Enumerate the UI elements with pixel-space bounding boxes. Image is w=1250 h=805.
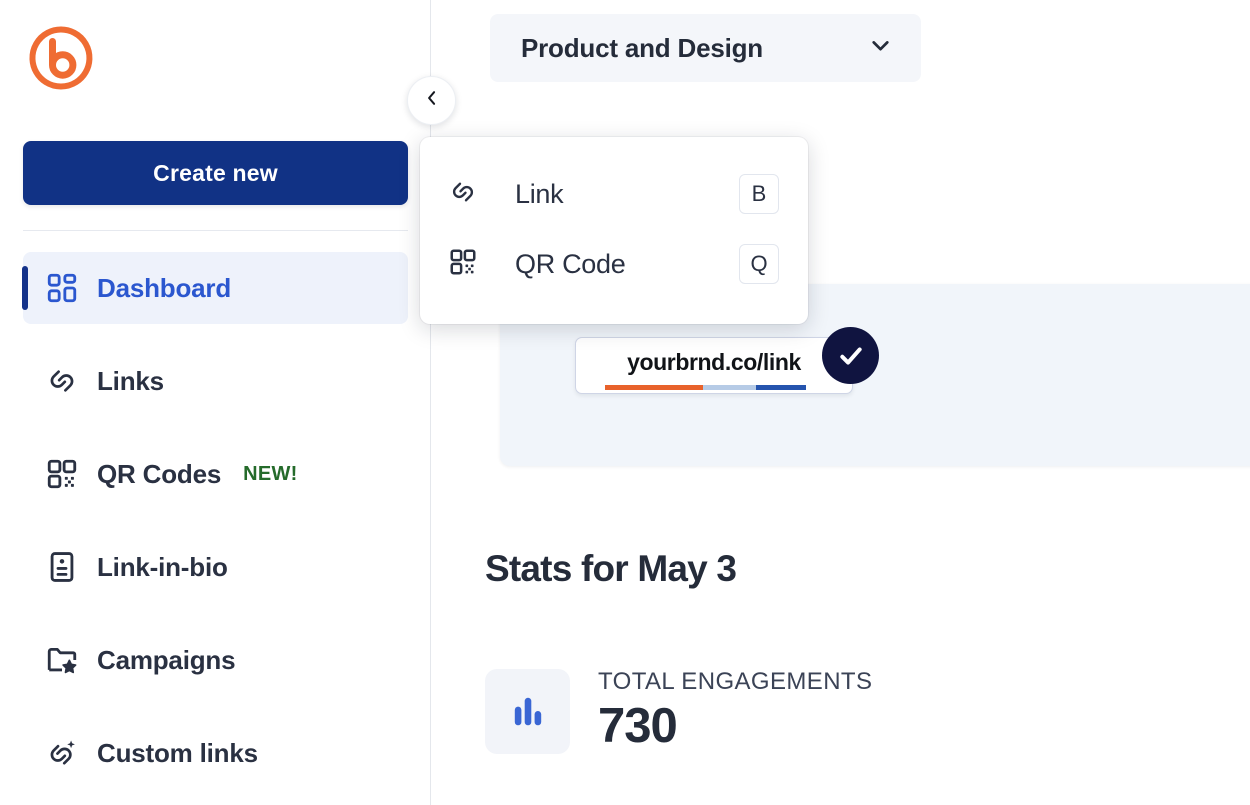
sidebar-item-label: Links	[97, 366, 164, 397]
qr-code-icon	[448, 247, 478, 282]
stat-total-engagements: TOTAL ENGAGEMENTS 730	[485, 668, 872, 754]
main-content: Product and Design ctions Platform yourb…	[431, 0, 1250, 805]
bar-chart-icon	[485, 669, 570, 754]
stats-title: Stats for May 3	[485, 548, 736, 590]
qr-code-icon	[45, 457, 79, 491]
sidebar-item-links[interactable]: Links	[23, 345, 408, 417]
shortcut-key: Q	[739, 244, 779, 284]
sidebar-item-label: Dashboard	[97, 273, 231, 304]
menu-item-qr-code[interactable]: QR Code Q	[420, 229, 808, 299]
chevron-left-icon	[422, 88, 442, 113]
sidebar-item-label: QR Codes	[97, 459, 221, 490]
team-selector[interactable]: Product and Design	[490, 14, 921, 82]
sidebar-divider	[23, 230, 408, 231]
custom-links-icon	[45, 736, 79, 770]
stat-value: 730	[598, 698, 872, 754]
sidebar-item-qr-codes[interactable]: QR Codes NEW!	[23, 438, 408, 510]
sidebar-item-custom-links[interactable]: Custom links	[23, 717, 408, 789]
underline-segment-light	[703, 385, 756, 390]
link-icon	[45, 364, 79, 398]
underline-segment-orange	[605, 385, 703, 390]
sidebar-nav: Dashboard Links	[0, 252, 431, 805]
create-new-button[interactable]: Create new	[23, 141, 408, 205]
link-icon	[448, 177, 478, 212]
campaigns-icon	[45, 643, 79, 677]
stat-label: TOTAL ENGAGEMENTS	[598, 668, 872, 696]
check-circle-icon	[822, 327, 879, 384]
sidebar: Create new Dashboard	[0, 0, 431, 805]
sidebar-item-label: Custom links	[97, 738, 258, 769]
create-new-menu: Link B QR Code Q	[420, 137, 808, 324]
dashboard-icon	[45, 271, 79, 305]
short-link-illustration: yourbrnd.co/link	[575, 327, 875, 402]
link-in-bio-icon	[45, 550, 79, 584]
status-badge: NEW!	[243, 463, 298, 486]
short-link-text: yourbrnd.co/link	[627, 349, 801, 376]
shortcut-key: B	[739, 174, 779, 214]
app-root: Create new Dashboard	[0, 0, 1250, 805]
stat-text-block: TOTAL ENGAGEMENTS 730	[598, 668, 872, 754]
chevron-down-icon	[868, 33, 893, 63]
team-selector-value: Product and Design	[521, 33, 763, 64]
sidebar-item-dashboard[interactable]: Dashboard	[23, 252, 408, 324]
sidebar-item-campaigns[interactable]: Campaigns	[23, 624, 408, 696]
sidebar-item-link-in-bio[interactable]: Link-in-bio	[23, 531, 408, 603]
menu-item-link[interactable]: Link B	[420, 159, 808, 229]
sidebar-collapse-button[interactable]	[407, 76, 456, 125]
bitly-logo[interactable]	[28, 25, 94, 91]
sidebar-item-label: Campaigns	[97, 645, 235, 676]
sidebar-item-label: Link-in-bio	[97, 552, 228, 583]
menu-item-label: QR Code	[515, 249, 739, 280]
menu-item-label: Link	[515, 179, 739, 210]
underline-segment-blue	[756, 385, 806, 390]
